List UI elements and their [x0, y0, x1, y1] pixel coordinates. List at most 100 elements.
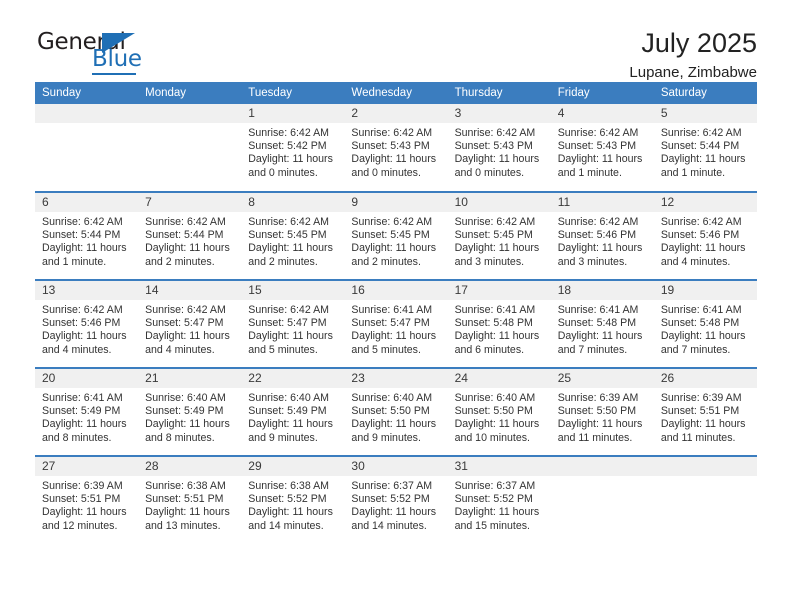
day-number — [35, 104, 139, 123]
sunrise-time: Sunrise: 6:42 AM — [248, 304, 329, 316]
daylight-duration-line1: Daylight: 11 hours — [557, 242, 643, 255]
day-cell-inner: 26 Sunrise: 6:39 AM Sunset: 5:51 PM Dayligh… — [653, 369, 757, 455]
day-number: 24 — [447, 369, 551, 388]
calendar-day-cell[interactable]: 25 Sunrise: 6:39 AM Sunset: 5:50 PM Dayligh… — [550, 367, 654, 456]
day-cell-inner: 11 Sunrise: 6:42 AM Sunset: 5:46 PM Dayligh… — [550, 193, 654, 279]
daylight-duration-line2: and 3 minutes. — [557, 255, 628, 268]
calendar-day-cell[interactable]: 15 Sunrise: 6:42 AM Sunset: 5:47 PM Dayligh… — [241, 279, 345, 368]
day-cell-inner: 31 Sunrise: 6:37 AM Sunset: 5:52 PM Dayligh… — [447, 457, 551, 544]
sunrise-time: Sunrise: 6:41 AM — [42, 392, 123, 404]
daylight-duration-line2: and 8 minutes. — [42, 431, 112, 444]
sunset-time: Sunset: 5:52 PM — [351, 493, 430, 506]
day-details: Sunrise: 6:41 AM Sunset: 5:49 PM Daylight:… — [35, 388, 138, 445]
sunset-time: Sunset: 5:42 PM — [248, 140, 327, 153]
calendar-week-row: 27 Sunrise: 6:39 AM Sunset: 5:51 PM Dayligh… — [35, 455, 757, 544]
calendar-day-cell[interactable]: 16 Sunrise: 6:41 AM Sunset: 5:47 PM Dayligh… — [344, 279, 448, 368]
day-number: 25 — [550, 369, 654, 388]
calendar-header-row: Sunday Monday Tuesday Wednesday Thursday… — [35, 82, 757, 104]
day-details: Sunrise: 6:38 AM Sunset: 5:51 PM Daylight:… — [138, 476, 241, 533]
day-number: 6 — [35, 193, 139, 212]
day-details: Sunrise: 6:41 AM Sunset: 5:47 PM Daylight:… — [344, 300, 447, 357]
sunset-time: Sunset: 5:43 PM — [454, 140, 533, 153]
day-number: 7 — [138, 193, 242, 212]
day-number — [653, 457, 757, 476]
daylight-duration-line2: and 8 minutes. — [145, 431, 215, 444]
weekday-header-wednesday: Wednesday — [344, 82, 448, 104]
daylight-duration-line1: Daylight: 11 hours — [248, 242, 333, 255]
calendar-day-cell[interactable]: 4 Sunrise: 6:42 AM Sunset: 5:43 PM Daylight… — [550, 104, 654, 192]
calendar-day-cell[interactable]: 27 Sunrise: 6:39 AM Sunset: 5:51 PM Dayligh… — [35, 455, 139, 544]
calendar-day-cell[interactable]: 10 Sunrise: 6:42 AM Sunset: 5:45 PM Dayligh… — [447, 191, 551, 280]
day-cell-inner: 18 Sunrise: 6:41 AM Sunset: 5:48 PM Dayligh… — [550, 281, 654, 367]
sunset-time: Sunset: 5:50 PM — [454, 405, 533, 418]
calendar-day-cell[interactable]: 9 Sunrise: 6:42 AM Sunset: 5:45 PM Daylight… — [344, 191, 448, 280]
sunset-time: Sunset: 5:51 PM — [42, 493, 121, 506]
day-details: Sunrise: 6:39 AM Sunset: 5:51 PM Daylight:… — [654, 388, 757, 445]
day-cell-inner: 16 Sunrise: 6:41 AM Sunset: 5:47 PM Dayligh… — [344, 281, 448, 367]
day-cell-inner: 4 Sunrise: 6:42 AM Sunset: 5:43 PM Daylight… — [550, 104, 654, 191]
calendar-day-cell[interactable]: 24 Sunrise: 6:40 AM Sunset: 5:50 PM Dayligh… — [447, 367, 551, 456]
daylight-duration-line1: Daylight: 11 hours — [351, 418, 437, 431]
sunrise-time: Sunrise: 6:39 AM — [660, 392, 742, 404]
calendar-day-cell[interactable]: 2 Sunrise: 6:42 AM Sunset: 5:43 PM Daylight… — [344, 104, 448, 192]
day-number: 28 — [138, 457, 242, 476]
calendar-day-cell[interactable]: 26 Sunrise: 6:39 AM Sunset: 5:51 PM Dayligh… — [653, 367, 757, 456]
general-blue-logo[interactable]: General Blue — [35, 28, 175, 75]
sunset-time: Sunset: 5:49 PM — [42, 405, 121, 418]
day-details: Sunrise: 6:37 AM Sunset: 5:52 PM Daylight:… — [448, 476, 551, 533]
day-details: Sunrise: 6:41 AM Sunset: 5:48 PM Daylight:… — [448, 300, 551, 357]
calendar-day-cell[interactable]: 1 Sunrise: 6:42 AM Sunset: 5:42 PM Daylight… — [241, 104, 345, 192]
calendar-day-cell[interactable]: 29 Sunrise: 6:38 AM Sunset: 5:52 PM Dayligh… — [241, 455, 345, 544]
calendar-body: 1 Sunrise: 6:42 AM Sunset: 5:42 PM Daylight… — [35, 104, 757, 544]
calendar-day-cell[interactable]: 28 Sunrise: 6:38 AM Sunset: 5:51 PM Dayligh… — [138, 455, 242, 544]
day-number: 21 — [138, 369, 242, 388]
calendar-day-cell[interactable]: 3 Sunrise: 6:42 AM Sunset: 5:43 PM Daylight… — [447, 104, 551, 192]
calendar-day-cell[interactable]: 22 Sunrise: 6:40 AM Sunset: 5:49 PM Dayligh… — [241, 367, 345, 456]
sunset-time: Sunset: 5:51 PM — [660, 405, 740, 418]
calendar-day-cell[interactable]: 30 Sunrise: 6:37 AM Sunset: 5:52 PM Dayligh… — [344, 455, 448, 544]
calendar-day-cell[interactable]: 19 Sunrise: 6:41 AM Sunset: 5:48 PM Dayligh… — [653, 279, 757, 368]
daylight-duration-line1: Daylight: 11 hours — [557, 153, 643, 166]
calendar-day-cell[interactable]: 21 Sunrise: 6:40 AM Sunset: 5:49 PM Dayligh… — [138, 367, 242, 456]
calendar-day-cell[interactable]: 6 Sunrise: 6:42 AM Sunset: 5:44 PM Daylight… — [35, 191, 139, 280]
day-cell-inner — [550, 457, 654, 544]
calendar-day-cell[interactable]: 7 Sunrise: 6:42 AM Sunset: 5:44 PM Daylight… — [138, 191, 242, 280]
calendar-day-cell-empty — [653, 455, 757, 544]
sunrise-time: Sunrise: 6:42 AM — [454, 127, 536, 139]
sunrise-time: Sunrise: 6:42 AM — [248, 127, 329, 139]
calendar-day-cell[interactable]: 13 Sunrise: 6:42 AM Sunset: 5:46 PM Dayligh… — [35, 279, 139, 368]
day-cell-inner: 23 Sunrise: 6:40 AM Sunset: 5:50 PM Dayligh… — [344, 369, 448, 455]
day-number: 30 — [344, 457, 448, 476]
calendar-day-cell[interactable]: 18 Sunrise: 6:41 AM Sunset: 5:48 PM Dayligh… — [550, 279, 654, 368]
daylight-duration-line2: and 2 minutes. — [145, 255, 215, 268]
calendar-day-cell[interactable]: 23 Sunrise: 6:40 AM Sunset: 5:50 PM Dayligh… — [344, 367, 448, 456]
day-number: 27 — [35, 457, 139, 476]
day-cell-inner: 21 Sunrise: 6:40 AM Sunset: 5:49 PM Dayligh… — [138, 369, 242, 455]
sunrise-time: Sunrise: 6:39 AM — [42, 480, 123, 492]
day-number: 23 — [344, 369, 448, 388]
calendar-day-cell[interactable]: 5 Sunrise: 6:42 AM Sunset: 5:44 PM Daylight… — [653, 104, 757, 192]
sunset-time: Sunset: 5:50 PM — [351, 405, 430, 418]
day-number: 2 — [344, 104, 448, 123]
daylight-duration-line1: Daylight: 11 hours — [351, 242, 437, 255]
sunrise-time: Sunrise: 6:42 AM — [42, 304, 123, 316]
calendar-week-row: 20 Sunrise: 6:41 AM Sunset: 5:49 PM Dayligh… — [35, 367, 757, 456]
calendar-day-cell[interactable]: 17 Sunrise: 6:41 AM Sunset: 5:48 PM Dayligh… — [447, 279, 551, 368]
calendar-day-cell-empty — [138, 104, 242, 192]
day-cell-inner: 19 Sunrise: 6:41 AM Sunset: 5:48 PM Dayligh… — [653, 281, 757, 367]
sunset-time: Sunset: 5:45 PM — [454, 229, 533, 242]
calendar-day-cell[interactable]: 8 Sunrise: 6:42 AM Sunset: 5:45 PM Daylight… — [241, 191, 345, 280]
calendar-day-cell[interactable]: 20 Sunrise: 6:41 AM Sunset: 5:49 PM Dayligh… — [35, 367, 139, 456]
calendar-day-cell[interactable]: 11 Sunrise: 6:42 AM Sunset: 5:46 PM Dayligh… — [550, 191, 654, 280]
daylight-duration-line1: Daylight: 11 hours — [660, 242, 746, 255]
sunrise-time: Sunrise: 6:42 AM — [351, 127, 433, 139]
daylight-duration-line2: and 7 minutes. — [660, 343, 731, 356]
calendar-day-cell[interactable]: 14 Sunrise: 6:42 AM Sunset: 5:47 PM Dayligh… — [138, 279, 242, 368]
sunset-time: Sunset: 5:44 PM — [42, 229, 121, 242]
daylight-duration-line2: and 1 minute. — [557, 166, 622, 179]
calendar-day-cell[interactable]: 31 Sunrise: 6:37 AM Sunset: 5:52 PM Dayligh… — [447, 455, 551, 544]
logo-underline — [92, 73, 136, 75]
daylight-duration-line1: Daylight: 11 hours — [42, 418, 127, 431]
daylight-duration-line1: Daylight: 11 hours — [248, 506, 333, 519]
calendar-day-cell[interactable]: 12 Sunrise: 6:42 AM Sunset: 5:46 PM Dayligh… — [653, 191, 757, 280]
